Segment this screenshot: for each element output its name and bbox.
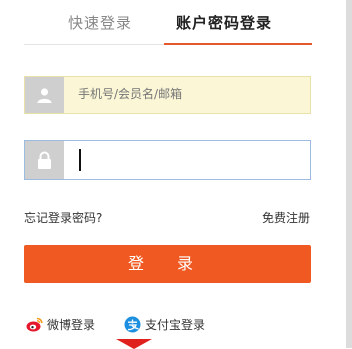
password-input[interactable] <box>71 147 305 175</box>
weibo-icon <box>26 317 43 332</box>
active-tab-indicator <box>164 43 312 45</box>
weibo-login[interactable]: 微博登录 <box>26 316 95 333</box>
user-icon <box>25 77 64 113</box>
tab-quick-login[interactable]: 快速登录 <box>68 12 132 33</box>
tab-account-login[interactable]: 账户密码登录 <box>176 12 272 33</box>
weibo-login-label: 微博登录 <box>47 318 96 332</box>
login-button[interactable]: 登 录 <box>24 245 311 283</box>
text-caret <box>79 149 81 171</box>
login-tabs: 快速登录 账户密码登录 <box>24 0 312 45</box>
forgot-password-link[interactable]: 忘记登录密码? <box>24 209 102 226</box>
password-field[interactable] <box>24 140 311 180</box>
alipay-login[interactable]: 支付宝登录 <box>124 316 205 333</box>
alipay-login-label: 支付宝登录 <box>145 318 206 332</box>
login-panel: 快速登录 账户密码登录 忘记登录密码? 免费注册 登 录 <box>0 0 352 349</box>
page-edge-divider <box>346 0 352 348</box>
register-link[interactable]: 免费注册 <box>262 209 310 226</box>
lock-icon <box>25 141 64 179</box>
username-input[interactable] <box>78 87 298 101</box>
alipay-icon <box>124 316 141 333</box>
username-field[interactable] <box>24 76 311 114</box>
